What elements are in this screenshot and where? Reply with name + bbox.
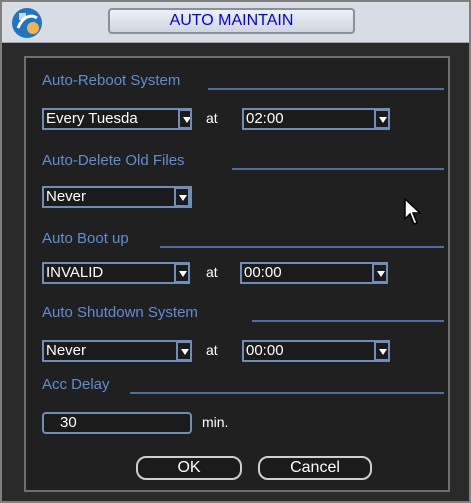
auto-reboot-at-label: at xyxy=(206,110,218,126)
auto-shutdown-at-label: at xyxy=(206,342,218,358)
acc-delay-label: Acc Delay xyxy=(42,376,110,393)
acc-delay-unit: min. xyxy=(202,414,229,430)
chevron-down-icon[interactable] xyxy=(176,342,190,360)
title-bar: AUTO MAINTAIN xyxy=(2,2,469,43)
auto-boot-divider xyxy=(160,246,444,248)
auto-shutdown-dropdown[interactable]: Never xyxy=(42,340,192,362)
auto-maintain-window: AUTO MAINTAIN Auto-Reboot System Every T… xyxy=(0,0,471,503)
auto-shutdown-time-field[interactable]: 00:00 xyxy=(242,340,390,362)
auto-delete-divider xyxy=(232,168,444,170)
auto-boot-dropdown[interactable]: INVALID xyxy=(42,262,190,284)
auto-shutdown-divider xyxy=(252,320,444,322)
acc-delay-input[interactable]: 30 xyxy=(42,412,192,434)
acc-delay-divider xyxy=(130,392,444,394)
window-title: AUTO MAINTAIN xyxy=(108,8,355,34)
auto-shutdown-label: Auto Shutdown System xyxy=(42,304,198,321)
auto-delete-label: Auto-Delete Old Files xyxy=(42,152,185,169)
app-logo-icon xyxy=(12,8,42,38)
auto-delete-dropdown[interactable]: Never xyxy=(42,186,192,208)
auto-reboot-time-field[interactable]: 02:00 xyxy=(242,108,390,130)
cancel-button[interactable]: Cancel xyxy=(258,456,372,480)
settings-panel: Auto-Reboot System Every Tuesda at 02:00… xyxy=(24,56,450,492)
auto-reboot-label: Auto-Reboot System xyxy=(42,72,181,89)
ok-button[interactable]: OK xyxy=(136,456,242,480)
chevron-down-icon[interactable] xyxy=(178,110,190,128)
auto-boot-at-label: at xyxy=(206,264,218,280)
chevron-down-icon[interactable] xyxy=(374,110,388,128)
auto-boot-time-field[interactable]: 00:00 xyxy=(240,262,388,284)
auto-boot-label: Auto Boot up xyxy=(42,230,129,247)
auto-reboot-day-dropdown[interactable]: Every Tuesda xyxy=(42,108,192,130)
chevron-down-icon[interactable] xyxy=(174,188,190,206)
chevron-down-icon[interactable] xyxy=(374,342,388,360)
mouse-cursor-icon xyxy=(404,198,422,225)
auto-reboot-divider xyxy=(208,88,444,90)
chevron-down-icon[interactable] xyxy=(174,264,188,282)
chevron-down-icon[interactable] xyxy=(372,264,386,282)
